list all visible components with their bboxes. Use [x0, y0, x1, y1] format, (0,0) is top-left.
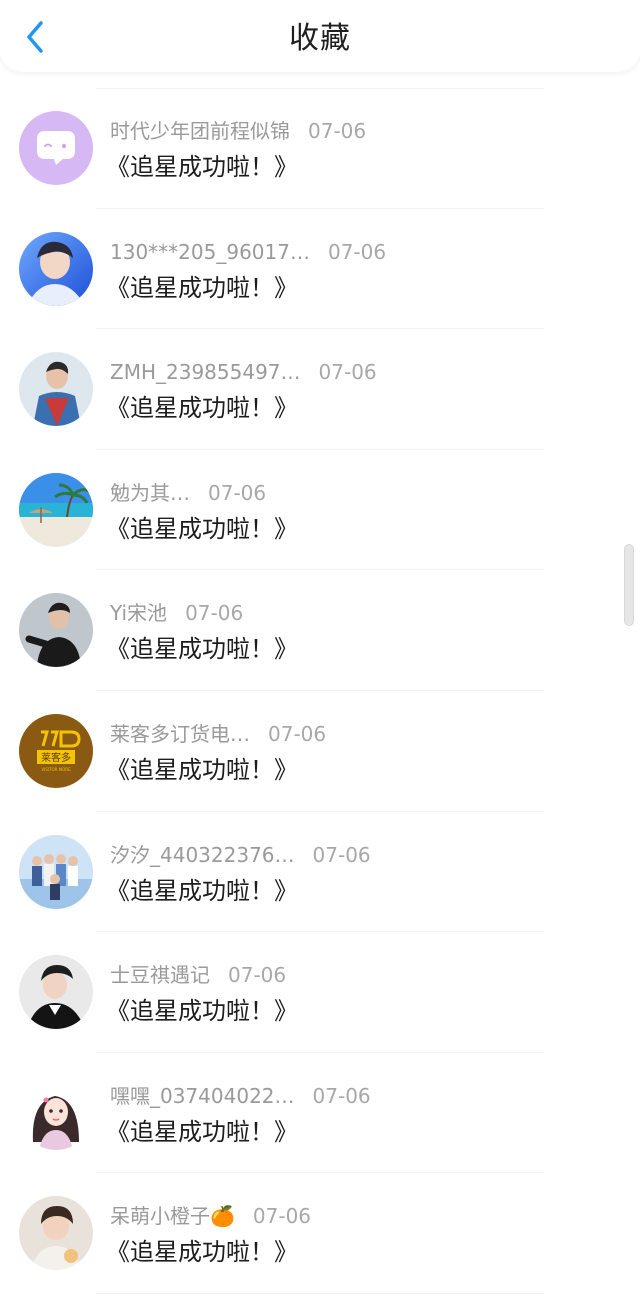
- list-item[interactable]: 莱客多 VISITOR MORE 莱客多订货电… 07-06 《追星成功啦！》: [0, 691, 640, 812]
- timestamp: 07-06: [327, 239, 387, 264]
- message-text: 《追星成功啦！》: [106, 1238, 298, 1267]
- timestamp: 07-06: [318, 360, 377, 385]
- timestamp: 07-06: [312, 1083, 371, 1108]
- list-item[interactable]: Yi宋池 07-06 《追星成功啦！》: [0, 570, 640, 691]
- avatar[interactable]: 莱客多 VISITOR MORE: [19, 713, 93, 788]
- message-text: 《追星成功啦！》: [106, 755, 298, 784]
- beach-photo-icon: [19, 472, 93, 547]
- sender-name: 莱客多订货电…: [110, 721, 250, 746]
- portrait-photo-icon: [19, 955, 93, 1030]
- item-meta: 130***205_96017… 07-06: [110, 239, 386, 265]
- item-meta: 莱客多订货电… 07-06: [110, 721, 326, 747]
- sender-name: Yi宋池: [110, 601, 168, 626]
- avatar[interactable]: [19, 111, 93, 185]
- list-item[interactable]: ZMH_239855497… 07-06 《追星成功啦！》: [0, 329, 640, 450]
- list-item[interactable]: 士豆祺遇记 07-06 《追星成功啦！》: [0, 932, 640, 1053]
- top-bar: 收藏: [0, 0, 640, 72]
- message-text: 《追星成功啦！》: [106, 635, 298, 664]
- logo-text: 莱客多: [41, 751, 71, 764]
- divider: [96, 1292, 544, 1294]
- timestamp: 07-06: [308, 119, 367, 143]
- item-meta: ZMH_239855497… 07-06: [110, 359, 377, 385]
- avatar[interactable]: [19, 352, 93, 427]
- item-meta: 汐汐_440322376… 07-06: [110, 842, 371, 868]
- avatar[interactable]: [19, 955, 93, 1030]
- list-item[interactable]: 勉为其… 07-06 《追星成功啦！》: [0, 450, 640, 571]
- message-text: 《追星成功啦！》: [106, 394, 298, 423]
- avatar[interactable]: [19, 1075, 93, 1150]
- timestamp: 07-06: [208, 480, 267, 505]
- list-item[interactable]: 嘿嘿_037404022… 07-06 《追星成功啦！》: [0, 1053, 640, 1174]
- illustration-portrait-icon: [19, 1075, 93, 1150]
- sender-name: ZMH_239855497…: [110, 360, 301, 385]
- avatar[interactable]: [19, 472, 93, 547]
- message-text: 《追星成功啦！》: [106, 997, 298, 1026]
- message-text: 《追星成功啦！》: [106, 153, 298, 181]
- avatar[interactable]: [19, 593, 93, 668]
- portrait-photo-icon: [19, 593, 93, 668]
- item-meta: 嘿嘿_037404022… 07-06: [110, 1083, 371, 1109]
- sender-name: 士豆祺遇记: [110, 963, 210, 988]
- item-meta: 士豆祺遇记 07-06: [110, 962, 286, 988]
- item-meta: 时代少年团前程似锦 07-06: [110, 118, 366, 144]
- chat-bubble-logo-icon: [19, 111, 93, 185]
- portrait-photo-icon: [19, 231, 93, 306]
- message-text: 《追星成功啦！》: [106, 876, 298, 905]
- sender-name: 130***205_96017…: [110, 239, 310, 264]
- timestamp: 07-06: [185, 601, 244, 626]
- timestamp: 07-06: [252, 1204, 312, 1229]
- avatar[interactable]: [19, 231, 93, 306]
- avatar[interactable]: [19, 1196, 93, 1271]
- page-title: 收藏: [289, 21, 351, 56]
- logo-subtext: VISITOR MORE: [41, 767, 71, 772]
- item-meta: 勉为其… 07-06: [110, 480, 266, 506]
- list-item[interactable]: 时代少年团前程似锦 07-06 《追星成功啦！》: [0, 88, 640, 209]
- sender-name: 勉为其…: [110, 480, 190, 505]
- favorites-list: 时代少年团前程似锦 07-06 《追星成功啦！》 130***205_96017……: [0, 88, 640, 1294]
- list-item[interactable]: 汐汐_440322376… 07-06 《追星成功啦！》: [0, 812, 640, 933]
- message-text: 《追星成功啦！》: [106, 514, 298, 543]
- avatar[interactable]: [19, 834, 93, 909]
- sender-name: 汐汐_440322376…: [110, 842, 295, 867]
- portrait-photo-icon: [19, 1196, 93, 1271]
- item-meta: 呆萌小橙子🍊 07-06: [110, 1203, 311, 1229]
- sender-name: 嘿嘿_037404022…: [110, 1083, 295, 1108]
- sender-name: 时代少年团前程似锦: [110, 119, 290, 143]
- message-text: 《追星成功啦！》: [106, 1117, 298, 1146]
- portrait-photo-icon: [19, 352, 93, 427]
- timestamp: 07-06: [228, 963, 287, 988]
- brand-logo-icon: 莱客多 VISITOR MORE: [19, 713, 93, 788]
- timestamp: 07-06: [312, 842, 371, 867]
- timestamp: 07-06: [268, 721, 327, 746]
- sender-name: 呆萌小橙子🍊: [110, 1204, 235, 1229]
- list-item[interactable]: 130***205_96017… 07-06 《追星成功啦！》: [0, 209, 640, 330]
- scrollbar[interactable]: [624, 544, 634, 626]
- group-photo-icon: [19, 834, 93, 909]
- item-meta: Yi宋池 07-06: [110, 600, 243, 626]
- list-item[interactable]: 呆萌小橙子🍊 07-06 《追星成功啦！》: [0, 1173, 640, 1294]
- message-text: 《追星成功啦！》: [106, 273, 298, 302]
